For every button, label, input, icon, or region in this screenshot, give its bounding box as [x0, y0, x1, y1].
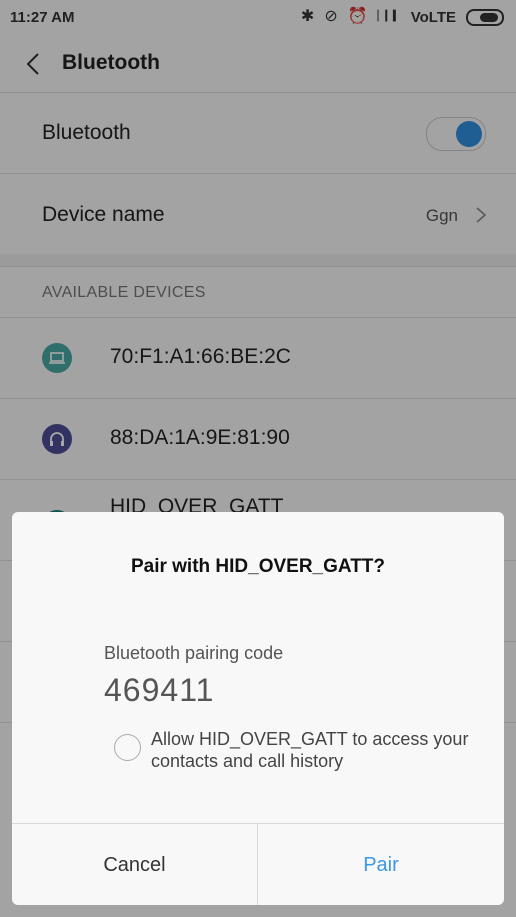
pair-button[interactable]: Pair [258, 824, 504, 905]
allow-contacts-text[interactable]: Allow HID_OVER_GATT to access your conta… [151, 728, 471, 772]
allow-contacts-checkbox[interactable] [114, 734, 141, 761]
dialog-title: Pair with HID_OVER_GATT? [130, 556, 386, 577]
pairing-code: 469411 [104, 672, 215, 708]
cancel-button[interactable]: Cancel [12, 824, 258, 905]
pairing-dialog: Pair with HID_OVER_GATT? Bluetooth pairi… [12, 512, 504, 905]
bluetooth-settings-screen: 11:27 AM ✱ ⊘ ⏰ ▏▎▍ VoLTE Bluetooth Bluet… [0, 0, 516, 917]
pairing-code-label: Bluetooth pairing code [104, 643, 284, 663]
dialog-button-bar: Cancel Pair [12, 823, 504, 905]
